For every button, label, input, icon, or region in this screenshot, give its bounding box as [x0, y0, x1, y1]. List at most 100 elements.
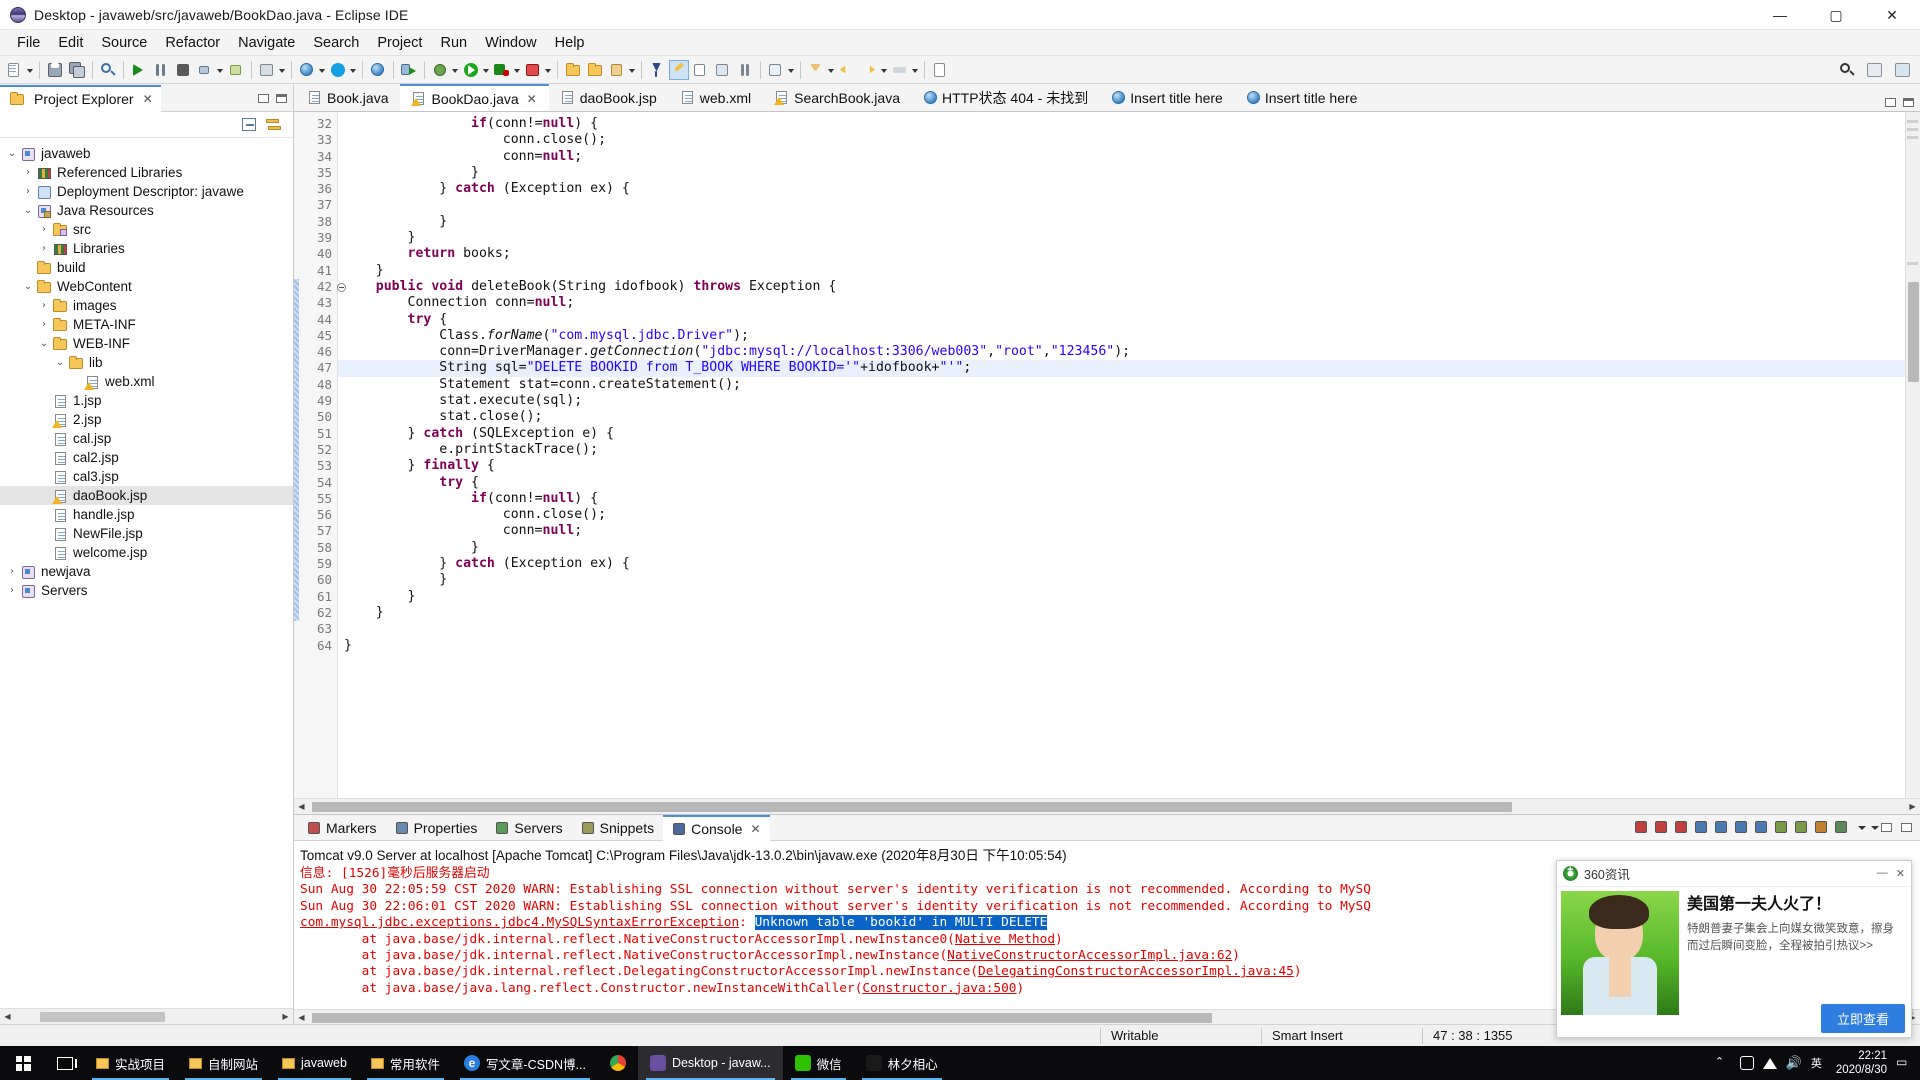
tree-item-build[interactable]: build: [0, 258, 293, 277]
minimize-view-icon[interactable]: [1885, 98, 1896, 107]
editor-tab-http状态-404-未找到[interactable]: HTTP状态 404 - 未找到: [912, 84, 1100, 111]
code-line[interactable]: conn=DriverManager.getConnection("jdbc:m…: [338, 344, 1920, 360]
menu-help[interactable]: Help: [546, 32, 594, 54]
windows-start-icon[interactable]: [0, 1046, 46, 1080]
tree-item-daobook-jsp[interactable]: daoBook.jsp: [0, 486, 293, 505]
chevron-down-icon[interactable]: ⌄: [52, 357, 68, 368]
save-all-icon[interactable]: [67, 60, 87, 80]
code-line[interactable]: if(conn!=null) {: [338, 491, 1920, 507]
menu-run[interactable]: Run: [431, 32, 476, 54]
display-selected-console-icon[interactable]: [1753, 819, 1770, 836]
code-text-area[interactable]: if(conn!=null) { conn.close(); conn=null…: [338, 112, 1920, 798]
run-icon[interactable]: [129, 60, 149, 80]
maximize-view-icon[interactable]: [276, 94, 287, 103]
close-icon[interactable]: ✕: [750, 822, 760, 836]
save-icon[interactable]: [45, 60, 65, 80]
scroll-right-icon[interactable]: ▶: [278, 1009, 293, 1024]
skype-icon[interactable]: [328, 60, 348, 80]
pin-console-icon[interactable]: [1713, 819, 1730, 836]
chevron-right-icon[interactable]: ›: [36, 319, 52, 330]
code-line[interactable]: }: [338, 572, 1920, 588]
run-as-server-icon[interactable]: [399, 60, 419, 80]
server-dropdown-icon[interactable]: [513, 60, 522, 80]
code-line[interactable]: String sql="DELETE BOOKID from T_BOOK WH…: [338, 360, 1920, 376]
close-icon[interactable]: ✕: [527, 92, 537, 106]
code-line[interactable]: conn.close();: [338, 507, 1920, 523]
next-edit-icon[interactable]: [691, 60, 711, 80]
quick-access-search-icon[interactable]: [1837, 60, 1857, 80]
scroll-right-icon[interactable]: ▶: [1905, 799, 1920, 814]
tree-item-src[interactable]: ›src: [0, 220, 293, 239]
tree-item-images[interactable]: ›images: [0, 296, 293, 315]
chevron-right-icon[interactable]: ›: [20, 167, 36, 178]
chevron-down-icon[interactable]: ⌄: [20, 205, 36, 216]
open-folder-icon[interactable]: [563, 60, 583, 80]
console-tab-snippets[interactable]: Snippets: [572, 815, 663, 841]
tree-item-cal-jsp[interactable]: cal.jsp: [0, 429, 293, 448]
editor-tab-bookdao-java[interactable]: BookDao.java✕: [400, 84, 548, 111]
new-window-icon[interactable]: [930, 60, 950, 80]
toggle-mark-icon[interactable]: [766, 60, 786, 80]
code-line[interactable]: stat.close();: [338, 409, 1920, 425]
maximize-view-icon[interactable]: [1903, 98, 1914, 107]
remove-all-terminated-icon[interactable]: [1673, 819, 1690, 836]
code-line[interactable]: conn=null;: [338, 149, 1920, 165]
console-dropdown[interactable]: [1853, 819, 1863, 836]
ime-icon[interactable]: 英: [1811, 1055, 1827, 1071]
tree-item-javaweb[interactable]: ⌄javaweb: [0, 144, 293, 163]
coverage-icon[interactable]: [226, 60, 246, 80]
previous-edit-icon[interactable]: [713, 60, 733, 80]
profile-icon[interactable]: [523, 60, 543, 80]
close-button[interactable]: ✕: [1864, 0, 1920, 30]
run-green-icon[interactable]: [461, 60, 481, 80]
chevron-right-icon[interactable]: ›: [36, 224, 52, 235]
code-line[interactable]: e.printStackTrace();: [338, 442, 1920, 458]
tree-item-servers[interactable]: ›Servers: [0, 581, 293, 600]
taskbar-item-林夕相心[interactable]: 林夕相心: [854, 1046, 950, 1080]
link-with-editor-icon[interactable]: [266, 118, 281, 131]
stack-source-link[interactable]: DelegatingConstructorAccessorImpl.java:4…: [978, 964, 1294, 979]
code-line[interactable]: try {: [338, 475, 1920, 491]
console-tab-markers[interactable]: Markers: [298, 815, 386, 841]
code-line[interactable]: Connection conn=null;: [338, 295, 1920, 311]
external-tools-icon[interactable]: [257, 60, 277, 80]
remove-launch-icon[interactable]: [1653, 819, 1670, 836]
filter-icon[interactable]: [806, 60, 826, 80]
search-type-icon[interactable]: [647, 60, 667, 80]
scroll-left-icon[interactable]: ◀: [294, 799, 309, 814]
menu-search[interactable]: Search: [304, 32, 368, 54]
tree-item-1-jsp[interactable]: 1.jsp: [0, 391, 293, 410]
stop-icon[interactable]: [173, 60, 193, 80]
menu-file[interactable]: File: [8, 32, 49, 54]
tree-item-web-xml[interactable]: web.xml: [0, 372, 293, 391]
chevron-right-icon[interactable]: ›: [4, 585, 20, 596]
tree-item-web-inf[interactable]: ⌄WEB-INF: [0, 334, 293, 353]
explorer-hscrollbar[interactable]: ◀ ▶: [0, 1008, 293, 1024]
ad-cta-button[interactable]: 立即查看: [1821, 1004, 1905, 1033]
maximize-view-icon[interactable]: [1899, 819, 1916, 836]
code-line[interactable]: }: [338, 263, 1920, 279]
code-line[interactable]: stat.execute(sql);: [338, 393, 1920, 409]
menu-source[interactable]: Source: [92, 32, 156, 54]
code-line[interactable]: [338, 197, 1920, 213]
tree-item-newfile-jsp[interactable]: NewFile.jsp: [0, 524, 293, 543]
tree-item-welcome-jsp[interactable]: welcome.jsp: [0, 543, 293, 562]
code-line[interactable]: return books;: [338, 246, 1920, 262]
code-line[interactable]: }: [338, 605, 1920, 621]
ad-image[interactable]: [1561, 891, 1679, 1015]
chevron-down-icon[interactable]: ⌄: [36, 338, 52, 349]
collapse-all-icon[interactable]: [242, 118, 256, 131]
browser-dropdown-icon[interactable]: [318, 60, 327, 80]
editor-tab-insert-title-here[interactable]: Insert title here: [1235, 84, 1370, 111]
scroll-left-icon[interactable]: ◀: [294, 1010, 309, 1025]
taskbar-clock[interactable]: 22:21 2020/8/30: [1836, 1049, 1887, 1078]
forward-arrow-icon[interactable]: [859, 60, 879, 80]
menu-navigate[interactable]: Navigate: [229, 32, 304, 54]
tree-item-2-jsp[interactable]: 2.jsp: [0, 410, 293, 429]
editor-tab-insert-title-here[interactable]: Insert title here: [1100, 84, 1235, 111]
code-line[interactable]: } catch (Exception ex) {: [338, 181, 1920, 197]
taskbar-item-微信[interactable]: 微信: [783, 1046, 854, 1080]
console-tab-properties[interactable]: Properties: [386, 815, 487, 841]
perspective-javaee-icon[interactable]: [1893, 60, 1913, 80]
ad-popup[interactable]: 360资讯 — ✕ 美国第一夫人火了！ 特朗普妻子集会上向媒女微笑致意，擦身而过…: [1556, 860, 1912, 1038]
